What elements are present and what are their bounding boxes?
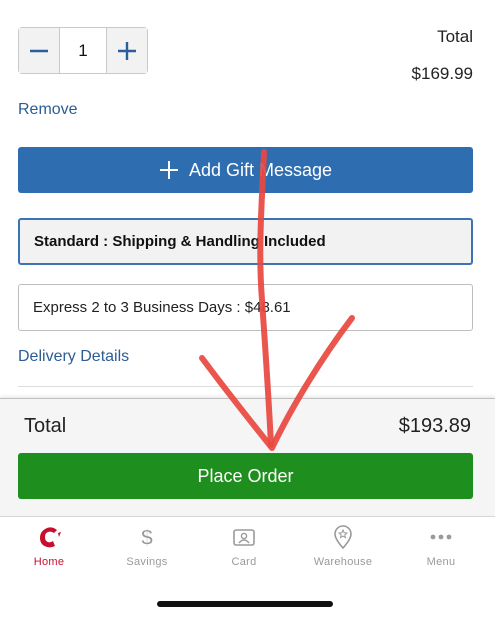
costco-logo-icon xyxy=(40,527,61,548)
item-total-value: $169.99 xyxy=(411,64,473,83)
order-total-value: $193.89 xyxy=(398,415,471,437)
decrease-quantity-button[interactable] xyxy=(19,28,59,73)
add-gift-message-label: Add Gift Message xyxy=(188,159,333,180)
shipping-option-express-label: Express 2 to 3 Business Days : $48.61 xyxy=(33,299,291,316)
tab-savings[interactable]: $ $ Savings xyxy=(107,524,187,576)
quantity-stepper: 1 xyxy=(18,27,148,74)
shipping-option-standard[interactable]: Standard : Shipping & Handling Included xyxy=(18,218,473,265)
tab-card[interactable]: Card xyxy=(204,524,284,576)
tab-warehouse-label: Warehouse xyxy=(313,556,373,568)
place-order-label: Place Order xyxy=(197,465,294,486)
divider xyxy=(18,386,473,387)
member-card-icon xyxy=(233,529,255,546)
place-order-button[interactable]: Place Order xyxy=(18,453,473,499)
more-dots-icon xyxy=(430,534,452,540)
location-pin-icon xyxy=(334,525,352,550)
remove-link[interactable]: Remove xyxy=(18,101,78,119)
dollar-icon: $ $ xyxy=(140,525,153,550)
shipping-option-express[interactable]: Express 2 to 3 Business Days : $48.61 xyxy=(18,284,473,331)
increase-quantity-button[interactable] xyxy=(107,28,147,73)
tab-home-label: Home xyxy=(33,556,65,568)
add-gift-message-button[interactable]: Add Gift Message xyxy=(18,147,473,193)
tab-card-label: Card xyxy=(231,556,257,568)
shipping-option-standard-label: Standard : Shipping & Handling Included xyxy=(34,233,326,250)
minus-icon xyxy=(30,49,48,52)
tab-home[interactable]: Home xyxy=(9,524,89,576)
svg-text:$: $ xyxy=(141,525,153,550)
tab-menu-label: Menu xyxy=(426,556,456,568)
quantity-value[interactable]: 1 xyxy=(59,28,107,73)
tab-menu[interactable]: Menu xyxy=(401,524,481,576)
order-total-label: Total xyxy=(24,415,67,437)
home-indicator xyxy=(157,601,333,607)
item-total-label: Total xyxy=(437,27,473,46)
tab-warehouse[interactable]: Warehouse xyxy=(303,524,383,576)
tab-savings-label: Savings xyxy=(126,556,168,568)
plus-icon xyxy=(159,161,178,179)
delivery-details-link[interactable]: Delivery Details xyxy=(18,348,129,366)
plus-icon xyxy=(118,41,136,60)
